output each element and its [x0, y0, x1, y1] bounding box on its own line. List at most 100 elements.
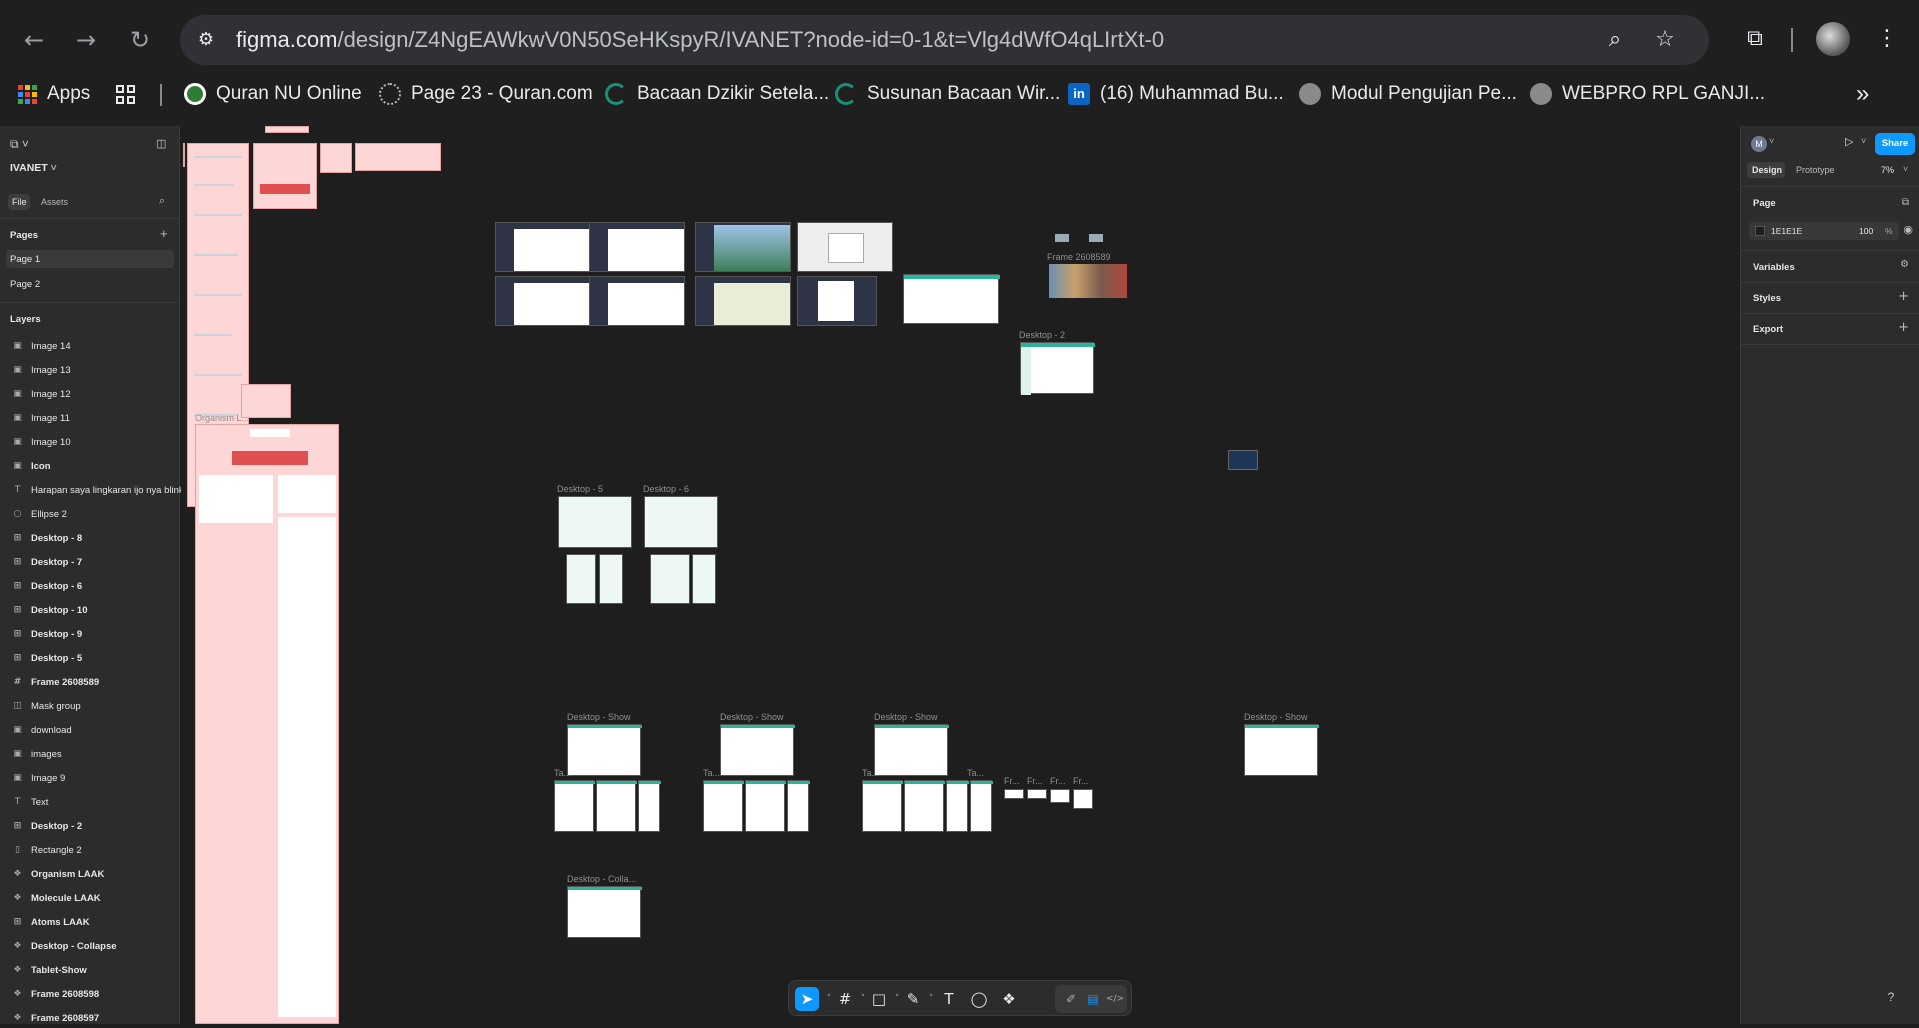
- canvas-frame-map[interactable]: [695, 276, 791, 326]
- canvas-frame-desktop-show[interactable]: [567, 724, 642, 776]
- canvas-frame[interactable]: [320, 143, 352, 173]
- address-bar[interactable]: ⚙ figma.com/design/Z4NgEAWkwV0N50SeHKspy…: [180, 15, 1709, 65]
- canvas-frame-small[interactable]: [1050, 789, 1070, 803]
- canvas-frame-tablet[interactable]: [554, 780, 595, 832]
- canvas-frame-mobile[interactable]: [599, 554, 623, 604]
- layer-item[interactable]: ⊞ Desktop - 7: [12, 552, 83, 572]
- layer-item[interactable]: ⊞ Atoms LAAK: [12, 912, 90, 932]
- visibility-eye-icon[interactable]: ◉: [1903, 223, 1913, 236]
- canvas-frame-tablet[interactable]: [862, 780, 903, 832]
- components-tool-icon[interactable]: ❖: [997, 987, 1021, 1011]
- browser-menu-icon[interactable]: ⋮: [1870, 22, 1904, 56]
- canvas-frame-dashboard[interactable]: [495, 276, 591, 326]
- text-tool-icon[interactable]: T: [937, 987, 961, 1011]
- canvas-frame-mobile[interactable]: [566, 554, 596, 604]
- avatar[interactable]: M: [1751, 136, 1767, 152]
- layer-item[interactable]: ▣ Image 12: [12, 384, 70, 404]
- draw-mode-icon[interactable]: ✐: [1059, 987, 1083, 1011]
- canvas-frame-tablet[interactable]: [638, 780, 661, 832]
- bookmark-apps[interactable]: Apps: [18, 76, 90, 112]
- chevron-down-icon[interactable]: ˅: [1903, 164, 1908, 174]
- profile-avatar[interactable]: [1816, 22, 1850, 56]
- zoom-level[interactable]: 7%: [1881, 165, 1894, 175]
- site-info-icon[interactable]: ⚙: [194, 28, 218, 52]
- canvas-frame-desktop-5[interactable]: [558, 496, 632, 548]
- layer-item[interactable]: ◫ Mask group: [12, 696, 80, 716]
- canvas-frame-small[interactable]: [1073, 789, 1093, 809]
- canvas-frame-tablet[interactable]: [703, 780, 744, 832]
- page-color-field[interactable]: 1E1E1E 100 %: [1749, 222, 1899, 240]
- layer-item[interactable]: ❖ Frame 2608597: [12, 1008, 99, 1028]
- page-opacity[interactable]: 100: [1859, 226, 1873, 236]
- bookmark-wirid[interactable]: Susunan Bacaan Wir...: [835, 76, 1060, 112]
- layer-item[interactable]: ▣ Image 9: [12, 768, 65, 788]
- canvas-frame[interactable]: [183, 143, 185, 167]
- variables-section-title[interactable]: Variables: [1753, 262, 1795, 273]
- canvas-frame-desktop-show[interactable]: [720, 724, 795, 776]
- layer-item[interactable]: ▣ Image 11: [12, 408, 70, 428]
- layer-item[interactable]: ❖ Tablet-Show: [12, 960, 86, 980]
- canvas-frame-2608589[interactable]: [1049, 264, 1127, 298]
- url-text[interactable]: figma.com/design/Z4NgEAWkwV0N50SeHKspyR/…: [236, 27, 1164, 53]
- zoom-icon[interactable]: ⌕: [1600, 25, 1630, 55]
- layer-item[interactable]: ▣ images: [12, 744, 61, 764]
- tab-groups-icon[interactable]: [116, 76, 135, 112]
- help-button[interactable]: ?: [1880, 986, 1902, 1008]
- bookmark-quran-nu[interactable]: Quran NU Online: [184, 76, 362, 112]
- canvas-frame-desktop-collapse[interactable]: [567, 886, 642, 938]
- main-menu-icon[interactable]: ⧉ ˅: [10, 137, 29, 152]
- layer-item[interactable]: ⊞ Desktop - 8: [12, 528, 83, 548]
- canvas-frame-campus[interactable]: [695, 222, 791, 272]
- bookmark-linkedin[interactable]: in (16) Muhammad Bu...: [1068, 76, 1284, 112]
- layer-item[interactable]: T Text: [12, 792, 49, 812]
- layer-item[interactable]: ▣ download: [12, 720, 71, 740]
- chevron-down-icon[interactable]: ˅: [1769, 136, 1774, 146]
- canvas-frame-organism[interactable]: [195, 424, 339, 1024]
- bookmark-modul[interactable]: Modul Pengujian Pe...: [1299, 76, 1517, 112]
- layer-item[interactable]: ▣ Image 13: [12, 360, 70, 380]
- layer-item[interactable]: ❖ Frame 2608598: [12, 984, 99, 1004]
- canvas-frame-desktop-2[interactable]: [1020, 342, 1095, 395]
- canvas-frame-tablet[interactable]: [970, 780, 993, 832]
- canvas-frame-small[interactable]: [1027, 789, 1047, 799]
- layer-item[interactable]: ▣ Image 10: [12, 432, 70, 452]
- star-icon[interactable]: ☆: [1650, 25, 1680, 55]
- canvas-frame-login[interactable]: [797, 222, 893, 272]
- canvas-frame[interactable]: [265, 126, 309, 133]
- color-swatch[interactable]: [1755, 226, 1765, 236]
- back-icon[interactable]: ←: [18, 24, 50, 56]
- layer-item[interactable]: ▯ Rectangle 2: [12, 840, 82, 860]
- reload-icon[interactable]: ↻: [124, 24, 156, 56]
- layer-item[interactable]: ○ Ellipse 2: [12, 504, 67, 524]
- forward-icon[interactable]: →: [70, 24, 102, 56]
- tab-prototype[interactable]: Prototype: [1796, 165, 1835, 175]
- canvas-frame-mobile[interactable]: [650, 554, 690, 604]
- chevron-down-icon[interactable]: ˅: [1861, 136, 1866, 146]
- add-page-icon[interactable]: +: [160, 226, 168, 241]
- tab-file[interactable]: File: [12, 197, 27, 207]
- page-settings-icon[interactable]: ⧉: [1902, 197, 1909, 208]
- dev-mode-icon[interactable]: </>: [1103, 987, 1127, 1011]
- search-icon[interactable]: ⌕: [159, 194, 165, 208]
- extensions-icon[interactable]: ⧉: [1738, 22, 1772, 56]
- canvas-frame-tablet[interactable]: [596, 780, 637, 832]
- bookmark-quran-com[interactable]: Page 23 - Quran.com: [379, 76, 593, 112]
- layer-item[interactable]: ▣ Image 14: [12, 336, 70, 356]
- layer-item[interactable]: ⊞ Desktop - 10: [12, 600, 88, 620]
- bookmark-dzikir[interactable]: Bacaan Dzikir Setela...: [605, 76, 829, 112]
- present-icon[interactable]: ▷: [1845, 135, 1853, 148]
- add-export-icon[interactable]: +: [1898, 320, 1909, 335]
- canvas-icon-frame[interactable]: [1228, 450, 1258, 470]
- layer-item[interactable]: ❖ Molecule LAAK: [12, 888, 100, 908]
- layer-item[interactable]: ⊞ Desktop - 5: [12, 648, 83, 668]
- layer-item[interactable]: ⊞ Desktop - 2: [12, 816, 83, 836]
- canvas-frame-mobile[interactable]: [692, 554, 716, 604]
- canvas-frame-dashboard[interactable]: [495, 222, 591, 272]
- canvas-frame-login-dark[interactable]: [797, 276, 877, 326]
- canvas-frame-dashboard[interactable]: [589, 276, 685, 326]
- canvas-image[interactable]: [1089, 234, 1103, 242]
- comment-tool-icon[interactable]: ◯: [967, 987, 991, 1011]
- layer-item[interactable]: # Frame 2608589: [12, 672, 99, 692]
- page-color-hex[interactable]: 1E1E1E: [1771, 226, 1802, 236]
- layer-item[interactable]: T Harapan saya lingkaran ijo nya blink bl: [12, 480, 194, 500]
